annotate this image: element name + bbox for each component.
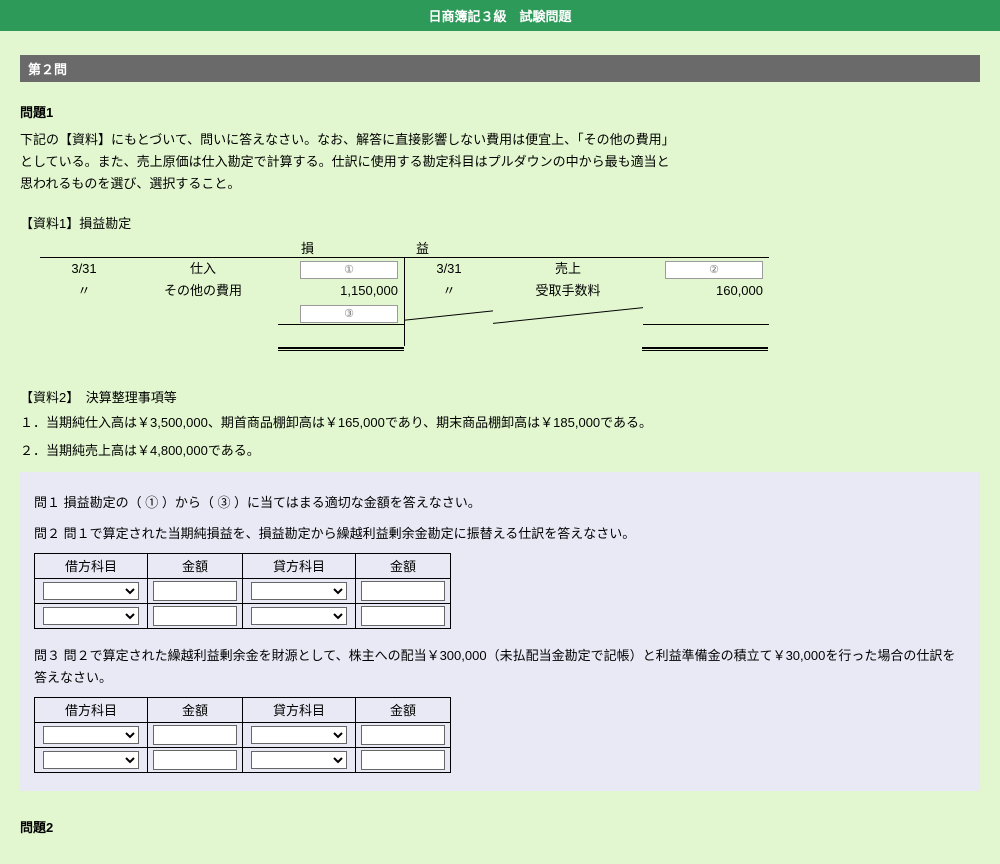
journal-table-q3: 借方科目 金額 貸方科目 金額 [34, 697, 451, 773]
dr-account-select[interactable] [43, 582, 139, 600]
mondai1-text: 下記の【資料】にもとづいて、問いに答えなさい。なお、解答に直接影響しない費用は便… [20, 129, 680, 195]
t-left-item: 仕入 [128, 257, 278, 280]
dr-amount-input[interactable] [153, 581, 237, 601]
table-row [35, 747, 451, 772]
cr-amount-input[interactable] [361, 581, 445, 601]
page-header: 日商簿記３級 試験問題 [0, 0, 1000, 31]
cr-amount-input[interactable] [361, 606, 445, 626]
journal-table-q2: 借方科目 金額 貸方科目 金額 [34, 553, 451, 629]
t-left-amt: ③ [278, 302, 404, 324]
answer-area: 問１ 損益勘定の（ ① ）から（ ③ ）に当てはまる適切な金額を答えなさい。 問… [20, 472, 980, 790]
page-frame: 日商簿記３級 試験問題 第２問 問題1 下記の【資料】にもとづいて、問いに答えな… [0, 0, 1000, 864]
blank-box-2[interactable]: ② [665, 261, 763, 279]
dr-account-select[interactable] [43, 607, 139, 625]
cr-account-select[interactable] [251, 607, 347, 625]
mondai2-title: 問題2 [20, 817, 980, 836]
t-left-date [40, 302, 128, 324]
t-right-amt: 160,000 [643, 280, 769, 302]
t-left-date: 3/31 [40, 257, 128, 280]
table-row [35, 722, 451, 747]
cr-account-select[interactable] [251, 582, 347, 600]
t-left-item [128, 302, 278, 324]
cr-account-select[interactable] [251, 751, 347, 769]
blank-box-3[interactable]: ③ [300, 305, 398, 323]
resource1-title: 【資料1】損益勘定 [20, 213, 980, 232]
dr-account-select[interactable] [43, 726, 139, 744]
resource2-line1: １．当期純仕入高は￥3,500,000、期首商品棚卸高は￥165,000であり、… [20, 412, 980, 434]
dr-amount-input[interactable] [153, 606, 237, 626]
table-row [35, 603, 451, 628]
cr-amount-input[interactable] [361, 750, 445, 770]
t-right-amt: ② [643, 257, 769, 280]
col-cr-acc: 貸方科目 [243, 553, 356, 578]
t-right-item: 受取手数料 [493, 280, 643, 302]
t-right-item: 売上 [493, 257, 643, 280]
t-left-amt: 1,150,000 [278, 280, 404, 302]
mondai1-title: 問題1 [20, 102, 980, 121]
t-right-diag [404, 302, 493, 324]
t-left-item: その他の費用 [128, 280, 278, 302]
blank-box-1[interactable]: ① [300, 261, 398, 279]
resource2-title: 【資料2】 決算整理事項等 [20, 387, 980, 406]
section-header: 第２問 [20, 55, 980, 82]
t-right-diag [493, 302, 643, 324]
table-row [35, 578, 451, 603]
col-dr-acc: 借方科目 [35, 697, 148, 722]
dr-amount-input[interactable] [153, 725, 237, 745]
dr-amount-input[interactable] [153, 750, 237, 770]
col-cr-amt: 金額 [356, 697, 451, 722]
t-right-total [643, 324, 769, 347]
col-dr-amt: 金額 [148, 553, 243, 578]
t-left-total [278, 324, 404, 347]
question-3: 問３ 問２で算定された繰越利益剰余金を財源として、株主への配当￥300,000（… [34, 645, 966, 689]
col-cr-acc: 貸方科目 [243, 697, 356, 722]
question-1: 問１ 損益勘定の（ ① ）から（ ③ ）に当てはまる適切な金額を答えなさい。 [34, 492, 966, 514]
t-right-date: 3/31 [404, 257, 493, 280]
t-right-blank [643, 302, 769, 324]
cr-amount-input[interactable] [361, 725, 445, 745]
t-account: 損 益 3/31 仕入 ① 3/31 売上 ② 〃 その他の費用 1,1 [20, 238, 980, 369]
col-dr-acc: 借方科目 [35, 553, 148, 578]
t-right-date: 〃 [404, 280, 493, 302]
col-dr-amt: 金額 [148, 697, 243, 722]
question-2: 問２ 問１で算定された当期純損益を、損益勘定から繰越利益剰余金勘定に振替える仕訳… [34, 523, 966, 545]
t-caption-right: 益 [365, 238, 480, 257]
dr-account-select[interactable] [43, 751, 139, 769]
resource2-line2: ２．当期純売上高は￥4,800,000である。 [20, 440, 980, 462]
t-caption-left: 損 [250, 238, 365, 257]
t-left-amt: ① [278, 257, 404, 280]
cr-account-select[interactable] [251, 726, 347, 744]
col-cr-amt: 金額 [356, 553, 451, 578]
t-left-date: 〃 [40, 280, 128, 302]
